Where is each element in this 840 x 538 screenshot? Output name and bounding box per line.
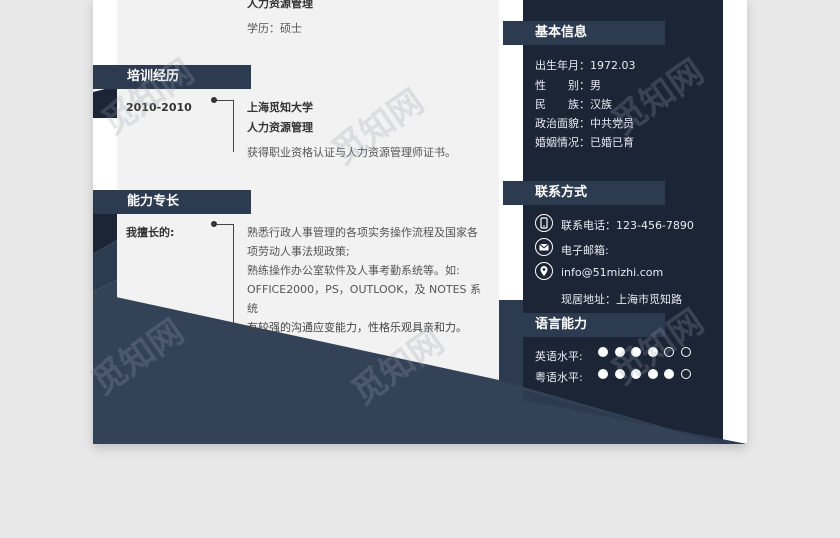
- contact-phone: 联系电话：123-456-7890: [561, 219, 694, 232]
- contact-email-label: 电子邮箱:: [561, 244, 609, 257]
- contact-heading: 联系方式: [503, 181, 665, 205]
- education-major: 人力资源管理: [247, 0, 313, 10]
- language-label: 英语水平:: [535, 350, 583, 363]
- skills-line: 统: [247, 302, 258, 315]
- training-school: 上海觅知大学: [247, 101, 313, 114]
- contact-email[interactable]: info@51mizhi.com: [561, 266, 663, 279]
- rating-dot-filled: [598, 369, 608, 379]
- basic-info-row: 性 别：男: [535, 79, 601, 92]
- language-label: 粤语水平:: [535, 371, 583, 384]
- location-icon: [535, 262, 553, 280]
- rating-dot-filled: [664, 369, 674, 379]
- skills-line: 熟练操作办公室软件及人事考勤系统等。如:: [247, 264, 460, 277]
- skills-line: OFFICE2000，PS，OUTLOOK，及 NOTES 系: [247, 283, 482, 296]
- contact-address: 现居地址：上海市觅知路: [561, 293, 682, 306]
- timeline-connector: [217, 224, 233, 225]
- skills-heading: 能力专长: [93, 190, 251, 214]
- skills-line: 熟悉行政人事管理的各项实务操作流程及国家各: [247, 226, 478, 239]
- rating-dot-empty: [680, 369, 691, 379]
- phone-icon: [535, 214, 553, 232]
- skills-label: 我擅长的:: [126, 226, 175, 239]
- timeline-line: [233, 100, 234, 152]
- training-major: 人力资源管理: [247, 121, 313, 134]
- mail-icon: [535, 238, 553, 256]
- skills-line: 项劳动人事法规政策;: [247, 245, 350, 258]
- timeline-connector: [217, 100, 233, 101]
- timeline-line: [233, 224, 234, 324]
- education-degree: 学历：硕士: [247, 22, 302, 35]
- basic-info-row: 出生年月：1972.03: [535, 59, 636, 72]
- basic-info-row: 婚姻情况：已婚已育: [535, 136, 634, 149]
- basic-info-heading: 基本信息: [503, 21, 665, 45]
